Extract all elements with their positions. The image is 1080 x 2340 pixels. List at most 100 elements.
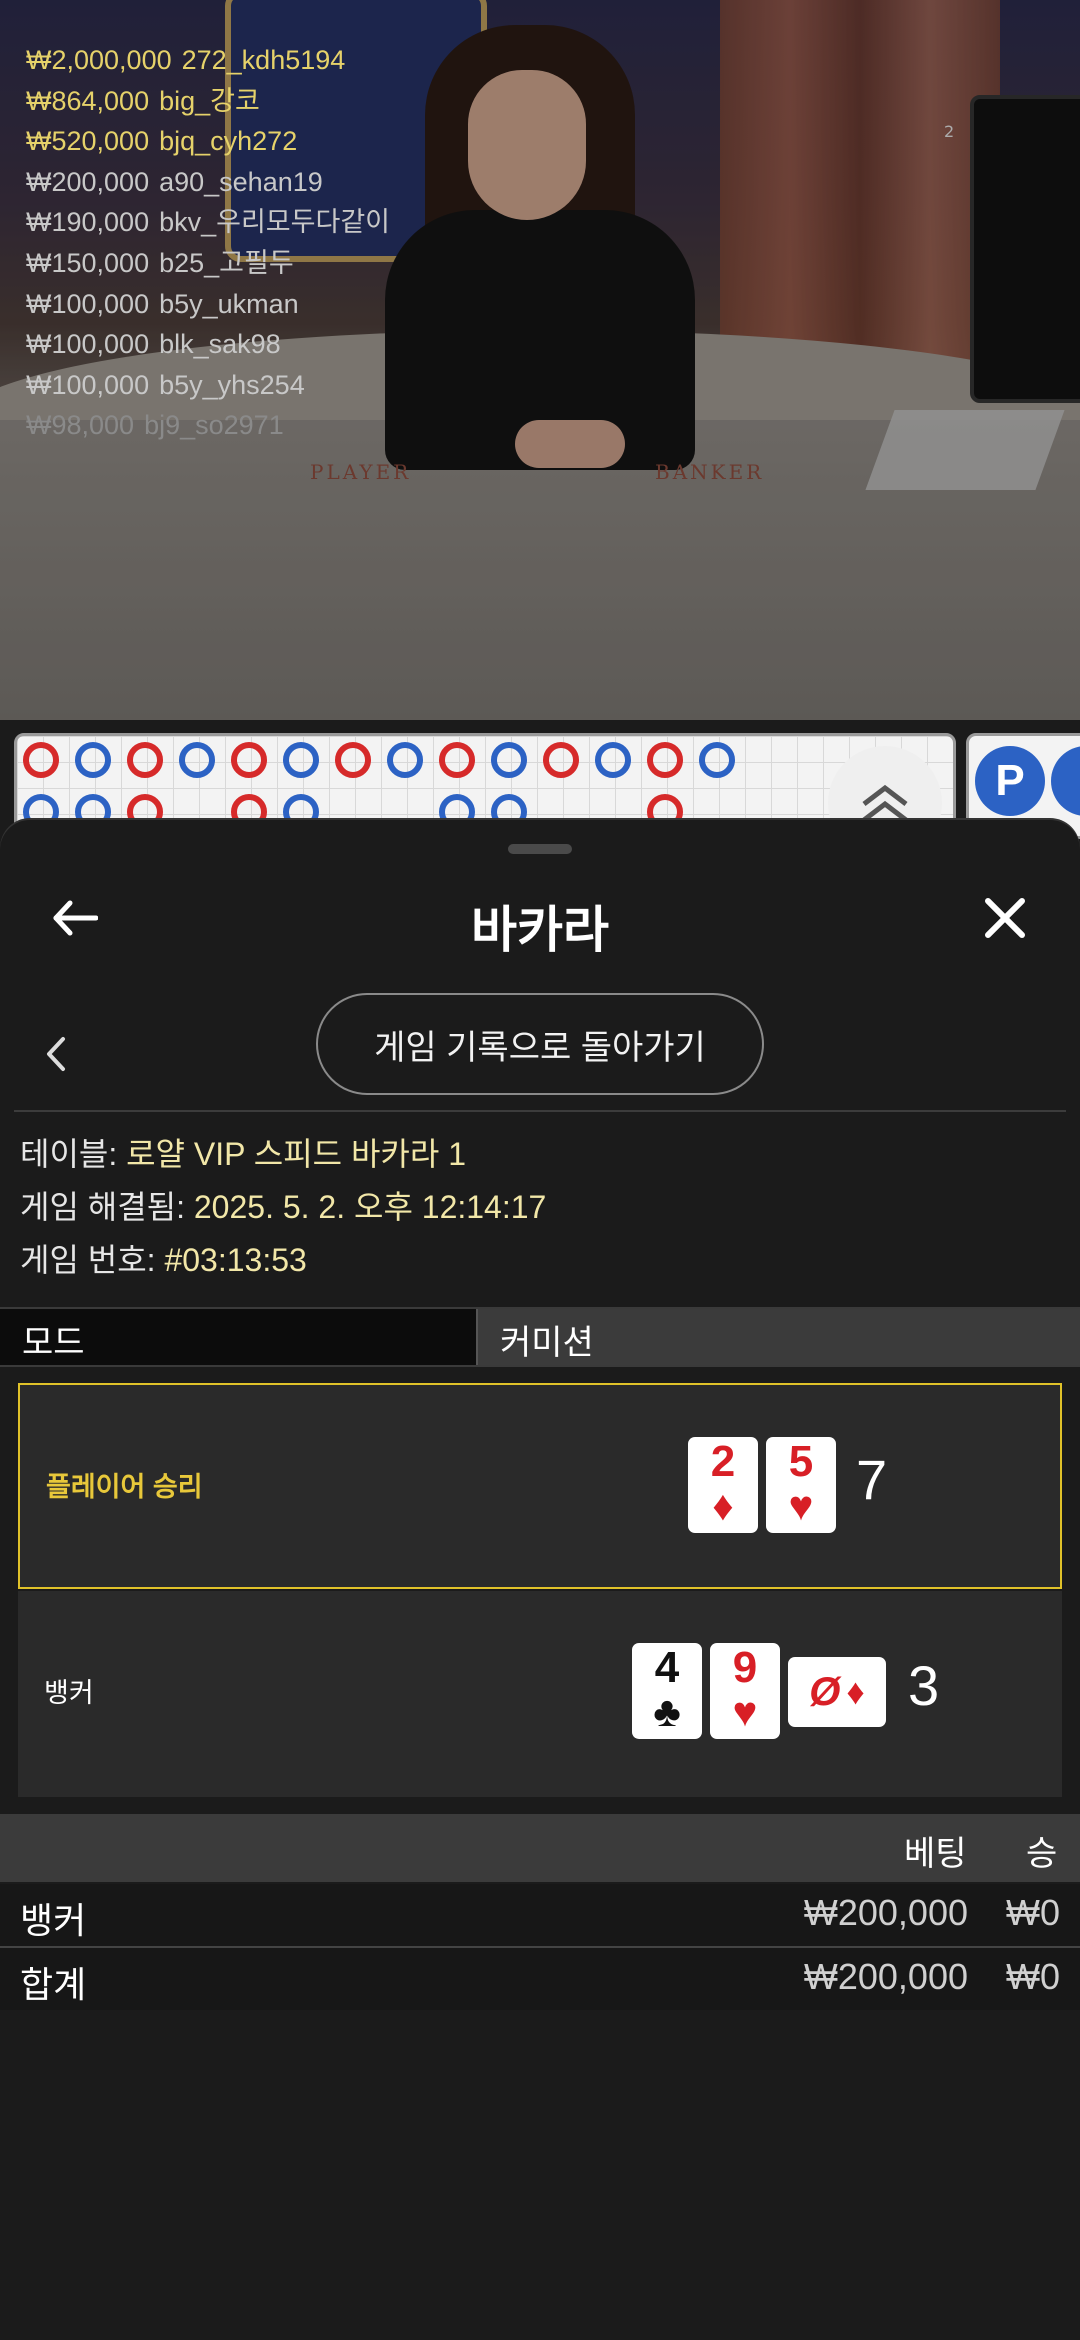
mode-label: 모드 [22,1324,85,1362]
playing-card: 5 ♥ [766,1437,836,1533]
bet-amount: ₩200,000 [803,1892,968,1933]
resolved-label: 게임 해결됨: [20,1189,185,1225]
banker-bead-icon [335,742,371,778]
winner-username: a90_sehan19 [159,166,323,197]
winner-amount: ₩520,000 [26,126,150,157]
table-row: 뱅커 ₩200,000 ₩0 [0,1884,1080,1946]
win-amount: ₩0 [1006,1892,1060,1933]
diamond-suit-icon: ♦ [712,1482,734,1529]
game-info: 테이블: 로얄 VIP 스피드 바카라 1 게임 해결됨: 2025. 5. 2… [20,1128,546,1287]
sheet-title: 바카라 [471,902,609,958]
winner-row: ₩100,000 blk_sak98 [26,324,390,365]
winner-username: b5y_yhs254 [159,369,305,400]
game-number-row: 게임 번호: #03:13:53 [20,1234,546,1287]
player-bead-icon [1051,746,1080,816]
winner-row: ₩520,000 bjq_cyh272 [26,121,390,162]
player-hand: 플레이어 승리 2 ♦ 5 ♥ 7 [18,1383,1062,1589]
banker-bead-icon [231,742,267,778]
game-number-label: 게임 번호: [20,1242,156,1278]
playing-card: 9 ♥ [710,1643,780,1739]
bets-table-header: 베팅 승 [0,1814,1080,1882]
winners-list: ₩2,000,000 272_kdh5194 ₩864,000 big_강코 ₩520,… [26,40,390,446]
card-rank: Ø [809,1670,841,1714]
winner-username: 272_kdh5194 [181,45,346,75]
winner-row: ₩98,000 bj9_so2971 [26,405,390,446]
winner-amount: ₩200,000 [26,166,150,197]
bet-name: 뱅커 [20,1900,87,1941]
winner-row: ₩100,000 b5y_ukman [26,284,390,325]
sheet-drag-handle[interactable] [508,844,572,854]
winner-row: ₩200,000 a90_sehan19 [26,162,390,203]
winner-username: b5y_ukman [159,288,299,319]
table-label: 테이블: [20,1136,118,1172]
chevron-left-icon [47,1037,65,1071]
resolved-info-row: 게임 해결됨: 2025. 5. 2. 오후 12:14:17 [20,1181,546,1234]
club-suit-icon: ♣ [653,1688,681,1735]
card-rank: 2 [710,1437,736,1486]
card-rank: 9 [732,1643,758,1692]
banker-bead-icon [127,742,163,778]
divider [14,1110,1066,1112]
winner-amount: ₩150,000 [26,247,150,278]
bet-column-header: 베팅 [904,1835,967,1873]
winner-username: b25_고필두 [159,247,294,278]
banker-hand: 뱅커 4 ♣ 9 ♥ Ø ♦ 3 [18,1591,1062,1797]
heart-suit-icon: ♥ [788,1482,814,1529]
live-video-stream: PLAYER BANKER 2 ₩2,000,000 272_kdh5194 ₩86… [0,0,1080,720]
winner-username: bj9_so2971 [144,410,284,441]
diamond-suit-icon: ♦ [846,1671,865,1712]
player-bead-icon [699,742,735,778]
winner-username: bkv_우리모두다같이 [159,207,391,238]
winner-amount: ₩98,000 [26,410,135,441]
winner-amount: ₩100,000 [26,329,150,360]
player-bead-icon [491,742,527,778]
winner-amount: ₩2,000,000 [26,45,172,75]
table-info-row: 테이블: 로얄 VIP 스피드 바카라 1 [20,1128,546,1181]
banker-bead-icon [23,742,59,778]
commission-tab[interactable]: 커미션 [476,1309,1080,1365]
winner-username: bjq_cyh272 [159,126,298,157]
playing-card: 2 ♦ [688,1437,758,1533]
player-result-label: 플레이어 승리 [46,1472,203,1502]
winner-username: blk_sak98 [159,329,281,360]
close-icon [985,898,1025,938]
heart-suit-icon: ♥ [732,1688,758,1735]
player-bead-icon [283,742,319,778]
banker-bead-icon [439,742,475,778]
total-label: 합계 [20,1964,87,2005]
game-number-value: #03:13:53 [164,1242,307,1278]
back-to-history-button[interactable]: 게임 기록으로 돌아가기 [316,993,764,1095]
winner-row: ₩150,000 b25_고필두 [26,243,390,284]
total-win-amount: ₩0 [1006,1956,1060,1997]
winner-row: ₩864,000 big_강코 [26,81,390,122]
winner-amount: ₩100,000 [26,369,150,400]
win-column-header: 승 [1026,1835,1058,1873]
card-rank: 5 [788,1437,814,1486]
player-bead-icon [179,742,215,778]
banker-bead-icon [543,742,579,778]
mode-tab[interactable]: 모드 [0,1309,476,1365]
winner-row: ₩100,000 b5y_yhs254 [26,365,390,406]
player-bead-icon [595,742,631,778]
total-bet-amount: ₩200,000 [803,1956,968,1997]
resolved-value: 2025. 5. 2. 오후 12:14:17 [193,1189,547,1225]
player-bead-icon: P [975,746,1045,816]
game-detail-sheet: 바카라 게임 기록으로 돌아가기 테이블: 로얄 VIP 스피드 바카라 1 게… [0,820,1080,2340]
player-bead-icon [387,742,423,778]
table-value: 로얄 VIP 스피드 바카라 1 [126,1136,466,1172]
card-rank: 4 [654,1643,680,1692]
playing-card: 4 ♣ [632,1643,702,1739]
player-bead-icon [75,742,111,778]
winner-username: big_강코 [159,85,260,116]
table-row-total: 합계 ₩200,000 ₩0 [0,1948,1080,2010]
close-button[interactable] [974,887,1036,949]
previous-button[interactable] [36,1024,76,1084]
banker-score: 3 [908,1654,940,1717]
winner-amount: ₩864,000 [26,85,150,116]
commission-label: 커미션 [500,1324,594,1362]
banker-bead-icon [647,742,683,778]
winner-row: ₩190,000 bkv_우리모두다같이 [26,202,390,243]
winner-amount: ₩100,000 [26,288,150,319]
playing-card-sideways: Ø ♦ [788,1657,886,1727]
winner-amount: ₩190,000 [26,207,150,238]
